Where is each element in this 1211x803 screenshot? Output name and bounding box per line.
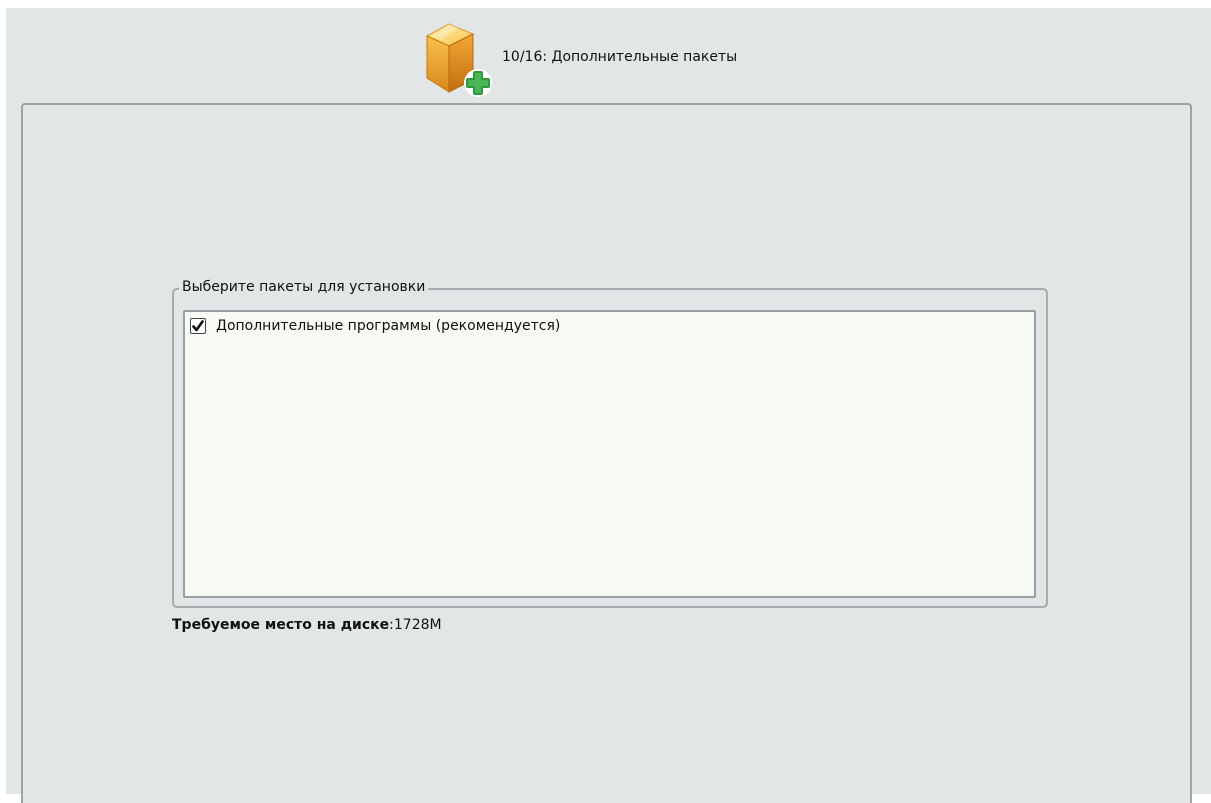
installer-window: 10/16: Дополнительные пакеты Выберите па… [6, 8, 1211, 803]
package-add-icon [419, 20, 499, 100]
disk-space-label: Требуемое место на диске [172, 617, 390, 633]
package-list[interactable]: Дополнительные программы (рекомендуется) [183, 310, 1036, 598]
package-checkbox[interactable] [190, 318, 206, 334]
packages-groupbox: Выберите пакеты для установки Дополнител… [172, 279, 1048, 608]
disk-space-value: 1728M [393, 617, 442, 633]
disk-space-info: Требуемое место на диске:1728M [172, 617, 442, 633]
package-item[interactable]: Дополнительные программы (рекомендуется) [190, 317, 560, 335]
packages-groupbox-legend: Выберите пакеты для установки [179, 279, 429, 295]
step-title: 10/16: Дополнительные пакеты [502, 49, 738, 65]
package-label: Дополнительные программы (рекомендуется) [216, 318, 561, 334]
step-header: 10/16: Дополнительные пакеты [6, 8, 1211, 102]
checkmark-icon [192, 320, 204, 332]
content-panel: Выберите пакеты для установки Дополнител… [21, 103, 1192, 803]
